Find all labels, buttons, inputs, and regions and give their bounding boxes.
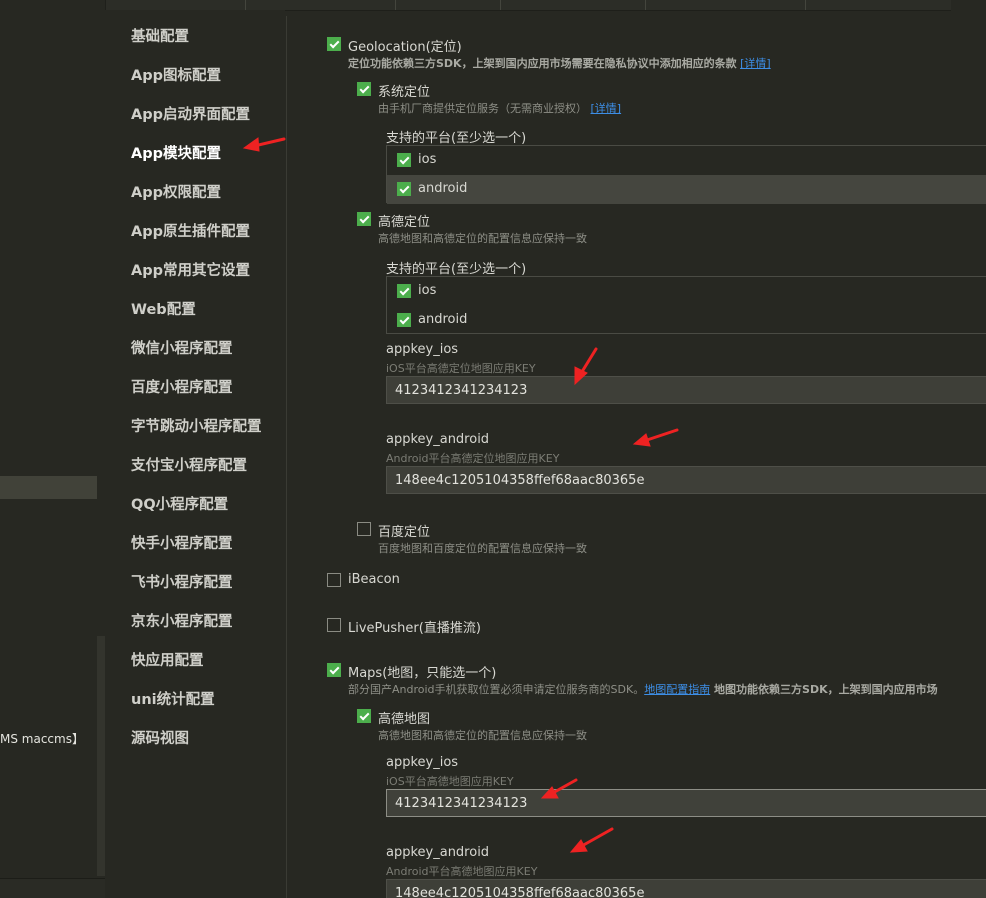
amap-location-appkey-android-desc: Android平台高德定位地图应用KEY bbox=[386, 452, 560, 465]
platform-name: ios bbox=[418, 283, 437, 298]
maps-desc-bold: 地图功能依赖三方SDK，上架到国内应用市场 bbox=[710, 683, 938, 696]
livepusher-checkbox[interactable] bbox=[327, 618, 341, 632]
platform-row-android[interactable]: android bbox=[387, 306, 986, 335]
nav-item-app-icon[interactable]: App图标配置 bbox=[131, 64, 221, 85]
ibeacon-label: iBeacon bbox=[348, 572, 400, 587]
nav-item-uni-stat[interactable]: uni统计配置 bbox=[131, 688, 215, 709]
nav-item-app-other[interactable]: App常用其它设置 bbox=[131, 259, 250, 280]
explorer-status-bar bbox=[0, 878, 105, 898]
explorer-item-label[interactable]: MS maccms】 bbox=[0, 730, 84, 747]
geolocation-checkbox[interactable] bbox=[327, 37, 341, 51]
app-window: MS maccms】 基础配置 App图标配置 App启动界面配置 App模块配… bbox=[0, 0, 986, 898]
system-platforms-title: 支持的平台(至少选一个) bbox=[386, 131, 527, 146]
amap-location-label: 高德定位 bbox=[378, 215, 431, 230]
maps-guide-link[interactable]: 地图配置指南 bbox=[644, 683, 710, 696]
red-arrow-icon bbox=[569, 827, 614, 853]
nav-divider bbox=[286, 16, 287, 898]
nav-item-baidu[interactable]: 百度小程序配置 bbox=[131, 376, 233, 397]
tab-separator bbox=[645, 0, 646, 10]
manifest-settings-nav: 基础配置 App图标配置 App启动界面配置 App模块配置 App权限配置 A… bbox=[105, 10, 285, 898]
platform-name: ios bbox=[418, 152, 437, 167]
nav-item-qq[interactable]: QQ小程序配置 bbox=[131, 493, 228, 514]
maps-desc: 部分国产Android手机获取位置必须申请定位服务商的SDK。地图配置指南 地图… bbox=[348, 681, 938, 697]
baidu-location-label: 百度定位 bbox=[378, 525, 431, 540]
nav-item-toutiao[interactable]: 字节跳动小程序配置 bbox=[131, 415, 262, 436]
amap-platforms-title: 支持的平台(至少选一个) bbox=[386, 262, 527, 277]
maps-label: Maps(地图，只能选一个) bbox=[348, 666, 497, 681]
livepusher-label: LivePusher(直播推流) bbox=[348, 621, 481, 636]
system-location-desc-text: 由手机厂商提供定位服务（无需商业授权） bbox=[378, 102, 587, 115]
amap-location-desc: 高德地图和高德定位的配置信息应保持一致 bbox=[378, 232, 587, 245]
amap-location-appkey-ios-desc: iOS平台高德定位地图应用KEY bbox=[386, 362, 536, 375]
tab-separator bbox=[805, 0, 806, 10]
tab-separator bbox=[245, 0, 246, 10]
geolocation-desc: 定位功能依赖三方SDK，上架到国内应用市场需要在隐私协议中添加相应的条款 [详情… bbox=[348, 55, 771, 71]
amap-map-desc: 高德地图和高德定位的配置信息应保持一致 bbox=[378, 729, 587, 742]
maps-desc-text: 部分国产Android手机获取位置必须申请定位服务商的SDK。 bbox=[348, 683, 645, 696]
amap-map-appkey-android-input[interactable] bbox=[386, 879, 986, 898]
nav-item-web[interactable]: Web配置 bbox=[131, 298, 196, 319]
nav-item-basic[interactable]: 基础配置 bbox=[131, 25, 189, 46]
system-platforms-list: ios android bbox=[386, 145, 986, 204]
geolocation-desc-text: 定位功能依赖三方SDK，上架到国内应用市场需要在隐私协议中添加相应的条款 bbox=[348, 57, 737, 70]
system-location-label: 系统定位 bbox=[378, 85, 431, 100]
nav-item-source-view[interactable]: 源码视图 bbox=[131, 727, 189, 748]
explorer-scrollbar[interactable] bbox=[97, 636, 105, 876]
amap-platforms-list: ios android bbox=[386, 276, 986, 334]
baidu-location-checkbox[interactable] bbox=[357, 522, 371, 536]
amap-map-appkey-android-label: appkey_android bbox=[386, 845, 490, 860]
nav-item-feishu[interactable]: 飞书小程序配置 bbox=[131, 571, 233, 592]
amap-location-appkey-android-label: appkey_android bbox=[386, 432, 490, 447]
platform-ios-checkbox[interactable] bbox=[397, 153, 411, 167]
platform-row-ios[interactable]: ios bbox=[387, 277, 986, 306]
platform-row-android[interactable]: android bbox=[387, 175, 986, 204]
amap-map-appkey-android-desc: Android平台高德地图应用KEY bbox=[386, 865, 538, 878]
amap-map-appkey-ios-label: appkey_ios bbox=[386, 755, 459, 770]
nav-item-jd[interactable]: 京东小程序配置 bbox=[131, 610, 233, 631]
amap-map-checkbox[interactable] bbox=[357, 709, 371, 723]
platform-name: android bbox=[418, 181, 468, 196]
platform-android-checkbox[interactable] bbox=[397, 313, 411, 327]
system-location-detail-link[interactable]: [详情] bbox=[591, 102, 622, 115]
amap-location-appkey-android-input[interactable] bbox=[386, 466, 986, 494]
amap-location-appkey-ios-label: appkey_ios bbox=[386, 342, 459, 357]
geolocation-detail-link[interactable]: [详情] bbox=[740, 57, 771, 70]
red-arrow-icon bbox=[632, 428, 679, 447]
system-location-checkbox[interactable] bbox=[357, 82, 371, 96]
nav-item-kuaishou[interactable]: 快手小程序配置 bbox=[131, 532, 233, 553]
platform-android-checkbox[interactable] bbox=[397, 182, 411, 196]
platform-ios-checkbox[interactable] bbox=[397, 284, 411, 298]
explorer-selected-row[interactable] bbox=[0, 476, 97, 499]
nav-item-quickapp[interactable]: 快应用配置 bbox=[131, 649, 204, 670]
nav-item-app-permissions[interactable]: App权限配置 bbox=[131, 181, 221, 202]
ibeacon-checkbox[interactable] bbox=[327, 573, 341, 587]
tab-separator bbox=[500, 0, 501, 10]
platform-name: android bbox=[418, 312, 468, 327]
platform-row-ios[interactable]: ios bbox=[387, 146, 986, 175]
amap-location-appkey-ios-input[interactable] bbox=[386, 376, 986, 404]
nav-item-app-modules[interactable]: App模块配置 bbox=[131, 142, 221, 163]
nav-item-app-splash[interactable]: App启动界面配置 bbox=[131, 103, 250, 124]
geolocation-label: Geolocation(定位) bbox=[348, 40, 462, 55]
amap-map-appkey-ios-desc: iOS平台高德地图应用KEY bbox=[386, 775, 514, 788]
nav-item-app-native-plugins[interactable]: App原生插件配置 bbox=[131, 220, 250, 241]
amap-map-appkey-ios-input[interactable] bbox=[386, 789, 986, 817]
nav-item-weixin[interactable]: 微信小程序配置 bbox=[131, 337, 233, 358]
tab-separator bbox=[395, 0, 396, 10]
baidu-location-desc: 百度地图和百度定位的配置信息应保持一致 bbox=[378, 542, 587, 555]
system-location-desc: 由手机厂商提供定位服务（无需商业授权） [详情] bbox=[378, 100, 621, 116]
maps-checkbox[interactable] bbox=[327, 663, 341, 677]
amap-location-checkbox[interactable] bbox=[357, 212, 371, 226]
nav-item-alipay[interactable]: 支付宝小程序配置 bbox=[131, 454, 247, 475]
project-explorer: MS maccms】 bbox=[0, 0, 106, 898]
amap-map-label: 高德地图 bbox=[378, 712, 431, 727]
